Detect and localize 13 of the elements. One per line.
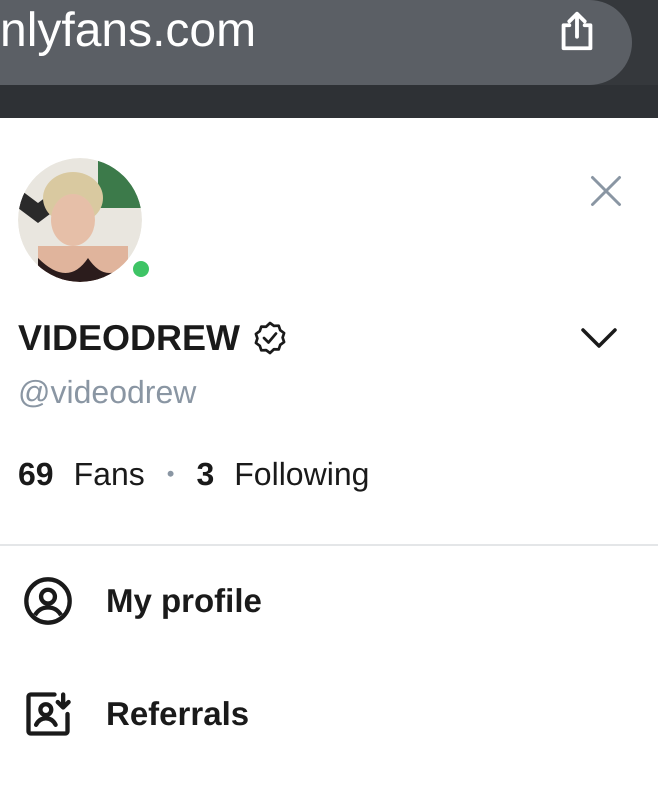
stat-label[interactable]: Following xyxy=(234,458,370,490)
url-text: nlyfans.com xyxy=(0,6,256,54)
user-circle-icon xyxy=(22,575,74,627)
chevron-down-icon[interactable] xyxy=(580,326,618,350)
profile-name: VIDEODREW xyxy=(18,320,240,356)
stat-count: 69 xyxy=(18,458,54,490)
menu-item[interactable]: Referrals xyxy=(106,689,250,739)
close-icon[interactable] xyxy=(588,173,624,209)
separator-dot: • xyxy=(166,463,174,485)
stat-count: 3 xyxy=(196,458,214,490)
address-bar[interactable]: nlyfans.com xyxy=(0,0,632,85)
stat-label[interactable]: Fans xyxy=(74,458,145,490)
menu-item[interactable]: My profile xyxy=(106,576,262,626)
